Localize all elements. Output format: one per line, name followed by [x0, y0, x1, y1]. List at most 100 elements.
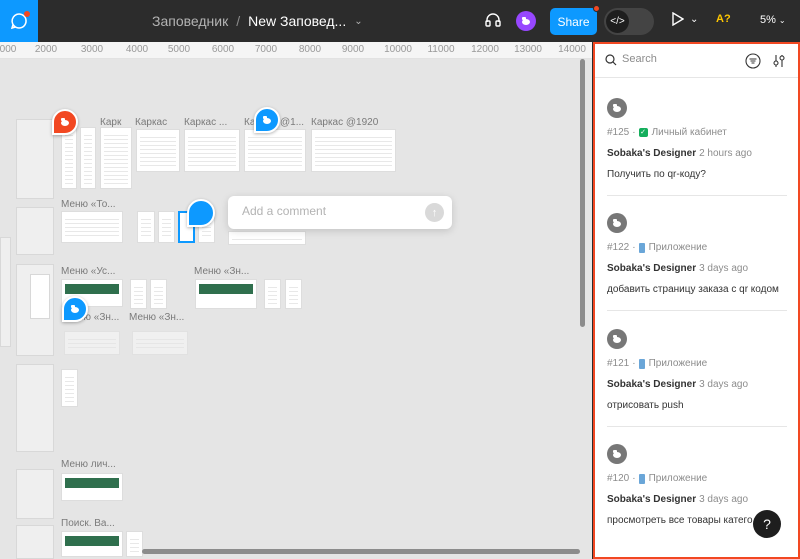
present-button[interactable]: ⌄ [672, 12, 698, 26]
dev-mode-toggle[interactable]: </> [604, 8, 654, 35]
comments-search-bar [595, 44, 798, 78]
thread-message: просмотреть все товары катего [607, 515, 753, 526]
design-frame[interactable] [130, 279, 147, 309]
frame-label[interactable]: Поиск. Ва... [61, 518, 115, 529]
section-block[interactable] [16, 525, 54, 559]
ruler-tick: 8000 [298, 44, 322, 55]
design-frame[interactable] [285, 279, 302, 309]
play-icon [672, 12, 684, 26]
design-canvas[interactable]: Карк Каркас Каркас ... Ка @1... Каркас @… [0, 59, 592, 559]
thread-time: 3 days ago [699, 379, 749, 390]
design-frame[interactable] [61, 531, 123, 557]
search-input[interactable] [622, 53, 732, 65]
thread-divider [607, 310, 787, 311]
design-frame[interactable] [132, 331, 188, 355]
thread-time: 3 days ago [699, 494, 749, 505]
design-frame[interactable] [150, 279, 167, 309]
frame-label[interactable]: Меню «То... [61, 199, 116, 210]
arrow-up-icon: ↑ [431, 206, 438, 219]
accessibility-check-button[interactable]: A? [716, 13, 731, 25]
help-button[interactable]: ? [753, 510, 781, 538]
thread-meta: #122 · Приложение [607, 242, 708, 253]
dog-avatar-icon [613, 450, 621, 458]
design-frame[interactable] [80, 127, 96, 189]
share-button[interactable]: Share [550, 8, 597, 35]
design-frame[interactable] [126, 531, 143, 557]
section-block[interactable] [0, 237, 11, 347]
dog-avatar-icon [61, 118, 69, 126]
dog-avatar-icon [263, 116, 271, 124]
search-icon [605, 54, 617, 66]
section-block[interactable] [16, 207, 54, 255]
frame-label[interactable]: Каркас [135, 117, 167, 128]
design-frame[interactable] [244, 129, 306, 172]
frame-label[interactable]: @1... [280, 117, 304, 128]
dog-avatar-icon [613, 219, 621, 227]
frame-label[interactable]: Каркас @1920 [311, 117, 378, 128]
thread-page: Личный кабинет [651, 127, 727, 138]
checkmark-icon: ✓ [638, 128, 648, 137]
code-icon: </> [606, 10, 629, 33]
chevron-down-icon[interactable]: ⌄ [690, 14, 698, 25]
file-title: Заповедник / New Заповед... ⌄ [152, 0, 363, 42]
design-frame[interactable] [100, 127, 132, 189]
frame-label[interactable]: Меню «Зн... [194, 266, 249, 277]
main-menu-button[interactable] [0, 0, 38, 42]
design-frame[interactable] [61, 369, 78, 407]
design-frame[interactable] [228, 231, 306, 245]
zoom-dropdown[interactable]: 5% ⌄ [760, 14, 786, 26]
new-comment-pin[interactable] [187, 199, 215, 227]
horizontal-scrollbar[interactable] [142, 549, 580, 554]
design-frame[interactable] [184, 129, 240, 172]
design-frame[interactable] [64, 331, 120, 355]
file-name[interactable]: New Заповед... [248, 13, 346, 29]
design-frame[interactable] [311, 129, 396, 172]
dog-avatar-icon [613, 335, 621, 343]
section-block[interactable] [16, 119, 54, 199]
design-frame[interactable] [61, 211, 123, 243]
frame-label[interactable]: Карк [100, 117, 121, 128]
design-frame[interactable] [137, 211, 155, 243]
comment-pin[interactable] [62, 296, 88, 322]
ruler-tick: 4000 [125, 44, 149, 55]
commenter-avatar [607, 329, 627, 349]
thread-author: Sobaka's Designer [607, 494, 697, 505]
frame-label[interactable]: Меню лич... [61, 459, 116, 470]
filter-icon[interactable] [745, 53, 761, 69]
top-toolbar: Заповедник / New Заповед... ⌄ Share </> … [0, 0, 800, 42]
vertical-scrollbar[interactable] [580, 59, 585, 327]
doc-frame[interactable] [30, 274, 50, 319]
chevron-down-icon[interactable]: ⌄ [354, 16, 362, 27]
headphones-icon[interactable] [484, 11, 502, 29]
ruler-tick: 10000 [384, 44, 412, 55]
design-frame[interactable] [61, 127, 77, 189]
thread-number: #121 [607, 358, 630, 369]
design-frame[interactable] [136, 129, 180, 172]
section-block[interactable] [16, 364, 54, 452]
frame-label[interactable]: Каркас ... [184, 117, 227, 128]
design-frame[interactable] [264, 279, 281, 309]
phone-icon [638, 358, 645, 369]
send-comment-button[interactable]: ↑ [425, 203, 444, 222]
chevron-down-icon: ⌄ [778, 16, 786, 25]
section-block[interactable] [16, 469, 54, 519]
thread-time: 2 hours ago [699, 148, 752, 159]
project-name[interactable]: Заповедник [152, 13, 228, 29]
comment-pin[interactable] [254, 107, 280, 133]
frame-label[interactable]: Меню «Ус... [61, 266, 115, 277]
design-frame[interactable] [195, 279, 257, 309]
thread-meta: #120 · Приложение [607, 473, 708, 484]
thread-author-row: Sobaka's Designer 3 days ago [607, 494, 748, 505]
thread-number: #125 [607, 127, 630, 138]
thread-author-row: Sobaka's Designer 3 days ago [607, 263, 748, 274]
comment-input[interactable] [242, 204, 412, 218]
frame-label[interactable]: Меню «Зн... [129, 312, 184, 323]
design-frame[interactable] [61, 473, 123, 501]
sliders-icon[interactable] [772, 53, 786, 69]
comment-pin[interactable] [52, 109, 78, 135]
commenter-avatar [607, 98, 627, 118]
design-frame[interactable] [158, 211, 175, 243]
user-avatar[interactable] [516, 11, 536, 31]
ruler-tick: 13000 [514, 44, 542, 55]
phone-icon [638, 473, 645, 484]
